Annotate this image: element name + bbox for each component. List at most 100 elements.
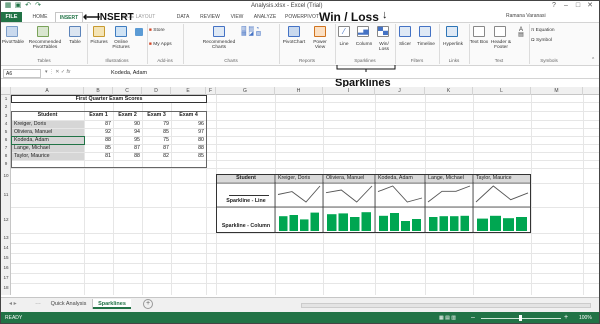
- redo-icon[interactable]: ↷: [34, 2, 42, 10]
- horizontal-scrollbar[interactable]: [301, 303, 591, 308]
- table-button[interactable]: Table: [65, 40, 85, 45]
- tab-view[interactable]: VIEW: [227, 12, 247, 22]
- recommended-charts-button[interactable]: Recommended Charts: [201, 40, 237, 50]
- row-header[interactable]: 10: [1, 168, 11, 183]
- row-header[interactable]: 5: [1, 128, 11, 136]
- name-box[interactable]: A6: [3, 69, 41, 78]
- header-exam[interactable]: Exam 1: [84, 112, 113, 119]
- help-icon[interactable]: ?: [549, 1, 559, 11]
- row-header[interactable]: 15: [1, 253, 11, 263]
- row-header[interactable]: 9: [1, 160, 11, 168]
- score-cell[interactable]: 81: [84, 153, 111, 160]
- score-cell[interactable]: 92: [84, 129, 111, 136]
- score-cell[interactable]: 79: [142, 121, 169, 128]
- tab-formulas[interactable]: [157, 12, 173, 22]
- row-header[interactable]: 14: [1, 243, 11, 253]
- column-header[interactable]: F: [206, 87, 216, 95]
- minimize-icon[interactable]: –: [561, 1, 571, 11]
- column-header[interactable]: C: [113, 87, 142, 95]
- score-cell[interactable]: 94: [113, 129, 140, 136]
- column-header[interactable]: D: [142, 87, 171, 95]
- formula-action-icons[interactable]: ▾ ⋮ ✕ ✓ fx: [45, 69, 70, 75]
- row-header[interactable]: 11: [1, 183, 11, 207]
- view-mode-icons[interactable]: ▦ ▤ ▥: [439, 313, 456, 323]
- header-exam[interactable]: Exam 3: [142, 112, 171, 119]
- column-header[interactable]: E: [171, 87, 206, 95]
- select-all-corner[interactable]: [1, 87, 11, 95]
- score-cell[interactable]: 82: [142, 153, 169, 160]
- score-cell[interactable]: 88: [171, 145, 204, 152]
- row-header[interactable]: 4: [1, 120, 11, 128]
- score-cell[interactable]: 90: [113, 121, 140, 128]
- collapse-ribbon-icon[interactable]: ⌃: [589, 58, 597, 63]
- power-view-button[interactable]: Power View: [308, 40, 332, 50]
- pivottable-button[interactable]: PivotTable: [1, 40, 25, 45]
- add-sheet-icon[interactable]: +: [143, 299, 153, 309]
- row-header[interactable]: 17: [1, 273, 11, 283]
- row-header[interactable]: 2: [1, 102, 11, 111]
- zoom-out-icon[interactable]: –: [471, 313, 475, 323]
- column-header[interactable]: J: [375, 87, 425, 95]
- zoom-slider-thumb[interactable]: [519, 315, 522, 321]
- close-icon[interactable]: ✕: [585, 1, 595, 11]
- tab-file[interactable]: FILE: [1, 12, 22, 22]
- sparkline-column-button[interactable]: Column: [353, 42, 375, 47]
- tab-insert[interactable]: INSERT: [55, 12, 83, 22]
- sheet-tab-sparklines[interactable]: Sparklines: [93, 299, 131, 309]
- text-more-icons[interactable]: A ▤: [515, 27, 527, 38]
- row-header[interactable]: 6: [1, 136, 11, 144]
- row-header[interactable]: 7: [1, 144, 11, 152]
- column-header[interactable]: I: [323, 87, 375, 95]
- student-name[interactable]: Oliviera, Manuel: [12, 129, 84, 136]
- score-cell[interactable]: 80: [171, 137, 204, 144]
- tab-analyze[interactable]: ANALYZE: [251, 12, 279, 22]
- undo-icon[interactable]: ↶: [24, 2, 32, 10]
- tab-data[interactable]: DATA: [173, 12, 193, 22]
- row-header[interactable]: 13: [1, 233, 11, 243]
- student-name[interactable]: Taylor, Maurice: [12, 153, 84, 160]
- shapes-icon[interactable]: [135, 28, 143, 36]
- column-header[interactable]: A: [11, 87, 84, 95]
- hyperlink-button[interactable]: Hyperlink: [439, 42, 467, 47]
- user-name[interactable]: Ramana Varanasi: [506, 13, 546, 19]
- row-header[interactable]: 12: [1, 207, 11, 233]
- score-cell[interactable]: 85: [142, 129, 169, 136]
- sparkline-line-button[interactable]: Line: [333, 42, 355, 47]
- formula-input[interactable]: Kodeda, Adam: [111, 69, 147, 78]
- maximize-icon[interactable]: □: [573, 1, 583, 11]
- store-button[interactable]: ■ Store: [149, 28, 179, 33]
- header-footer-button[interactable]: Header & Footer: [487, 40, 515, 50]
- column-header[interactable]: K: [425, 87, 473, 95]
- text-box-button[interactable]: Text Box: [469, 40, 489, 45]
- row-header[interactable]: 3: [1, 111, 11, 120]
- zoom-level[interactable]: 100%: [579, 313, 592, 323]
- header-exam[interactable]: Exam 2: [113, 112, 142, 119]
- sheet-tab-quick-analysis[interactable]: Quick Analysis: [45, 299, 93, 309]
- slicer-button[interactable]: Slicer: [395, 42, 415, 47]
- row-header[interactable]: 18: [1, 283, 11, 293]
- column-header[interactable]: M: [531, 87, 583, 95]
- score-cell[interactable]: 95: [113, 137, 140, 144]
- row-header[interactable]: 1: [1, 95, 11, 102]
- header-exam[interactable]: Exam 4: [171, 112, 206, 119]
- score-cell[interactable]: 88: [84, 137, 111, 144]
- header-student[interactable]: Student: [11, 112, 84, 119]
- row-header[interactable]: 16: [1, 263, 11, 273]
- recommended-pivottables-button[interactable]: Recommended PivotTables: [25, 40, 65, 50]
- equation-button[interactable]: π Equation: [531, 28, 575, 33]
- chart-type-icons[interactable]: ▥ ▤ ◔ ▦ ◪ ▧: [241, 26, 271, 37]
- save-icon[interactable]: ▣: [14, 2, 22, 10]
- column-header[interactable]: G: [216, 87, 275, 95]
- my-apps-button[interactable]: ■ My Apps: [149, 42, 181, 47]
- pivotchart-button[interactable]: PivotChart: [279, 40, 309, 45]
- score-cell[interactable]: 85: [84, 145, 111, 152]
- online-pictures-button[interactable]: Online Pictures: [109, 40, 133, 50]
- score-cell[interactable]: 87: [142, 145, 169, 152]
- score-cell[interactable]: 85: [171, 153, 204, 160]
- column-header[interactable]: H: [275, 87, 323, 95]
- pictures-button[interactable]: Pictures: [87, 40, 111, 45]
- student-name[interactable]: Kreiger, Doris: [12, 121, 84, 128]
- column-header[interactable]: B: [84, 87, 113, 95]
- column-header[interactable]: L: [473, 87, 531, 95]
- sheet-nav-more[interactable]: …: [35, 300, 41, 306]
